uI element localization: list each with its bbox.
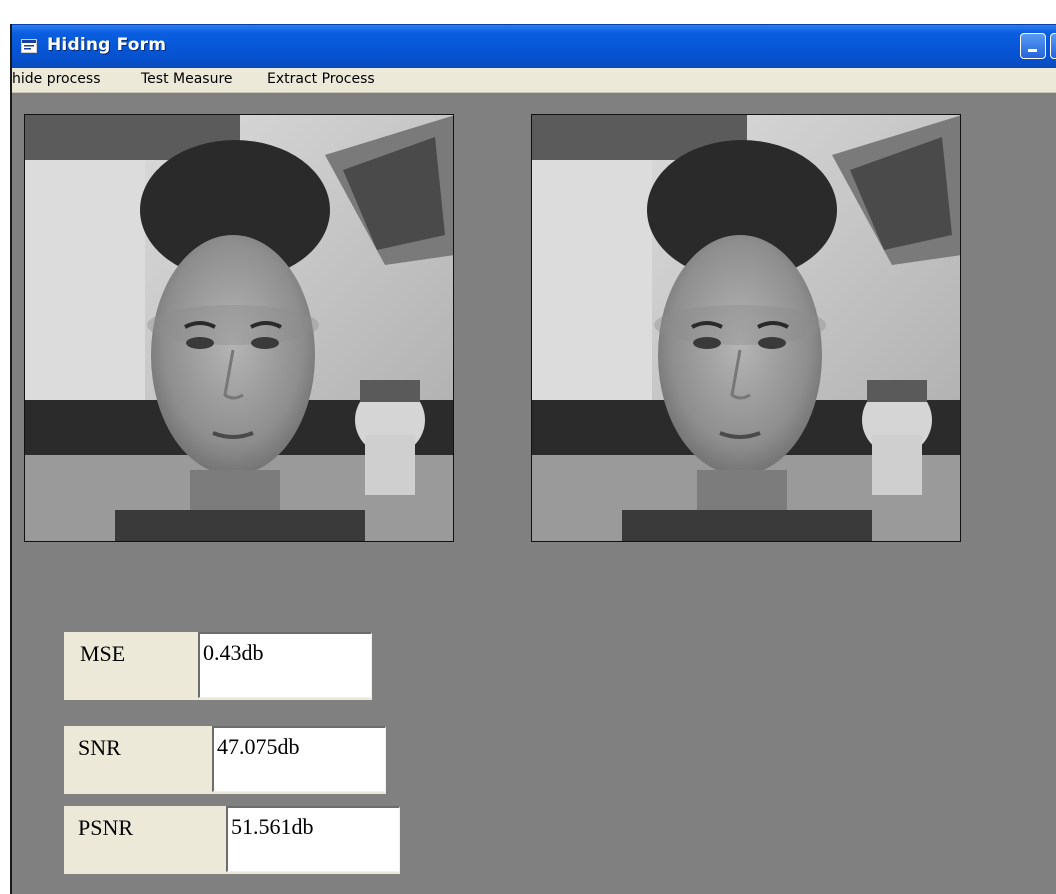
minimize-icon <box>1028 49 1037 52</box>
mse-field[interactable]: 0.43db <box>198 632 372 698</box>
close-button[interactable] <box>1050 33 1056 59</box>
snr-label: SNR <box>78 735 121 760</box>
menu-extract-process[interactable]: Extract Process <box>267 71 375 87</box>
mse-label: MSE <box>80 641 126 666</box>
psnr-row: PSNR 51.561db <box>64 806 400 874</box>
minimize-button[interactable] <box>1020 33 1046 59</box>
hiding-form-window: Hiding Form hide process Test Measure Ex… <box>10 24 1056 894</box>
snr-field[interactable]: 47.075db <box>212 726 386 792</box>
stego-image-face <box>532 115 960 541</box>
cover-image <box>24 114 454 542</box>
menu-bar: hide process Test Measure Extract Proces… <box>12 68 1056 93</box>
window-title: Hiding Form <box>47 35 167 55</box>
mse-row: MSE 0.43db <box>64 632 372 700</box>
stego-image <box>531 114 961 542</box>
psnr-field[interactable]: 51.561db <box>226 806 400 872</box>
psnr-label: PSNR <box>78 815 134 840</box>
cover-image-face <box>25 115 453 541</box>
menu-hide-process[interactable]: hide process <box>12 71 101 87</box>
form-app-icon <box>21 39 37 53</box>
menu-test-measure[interactable]: Test Measure <box>141 71 233 87</box>
snr-row: SNR 47.075db <box>64 726 386 794</box>
title-bar[interactable]: Hiding Form <box>12 24 1056 69</box>
